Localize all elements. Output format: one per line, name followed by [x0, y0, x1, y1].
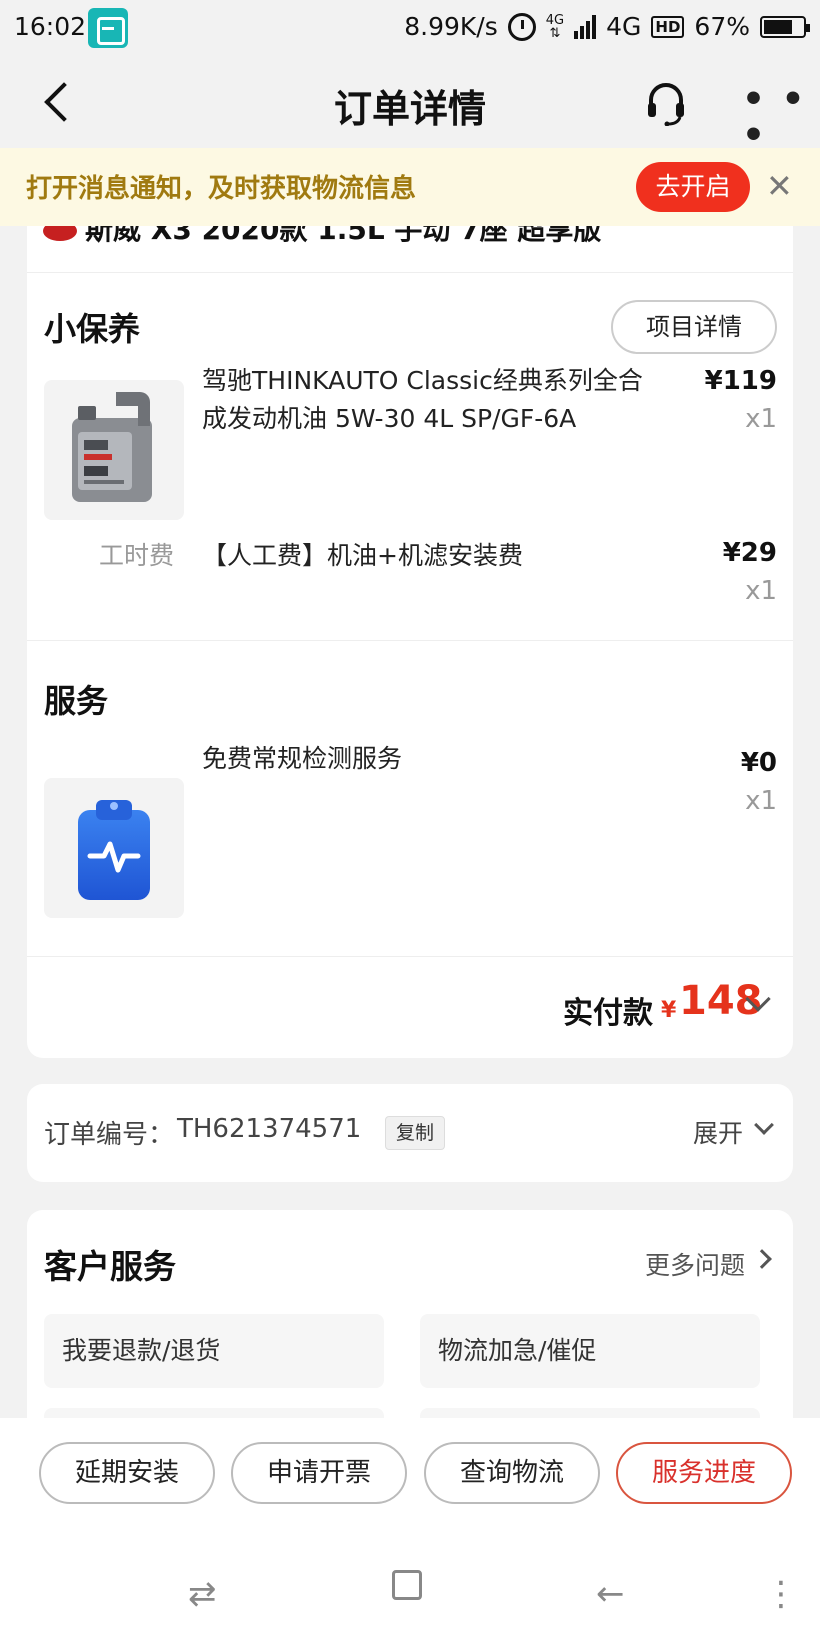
network-type: 4G: [606, 12, 642, 41]
hd-icon: HD: [651, 15, 685, 38]
mobile-data-icon: 4G ⇅: [545, 12, 565, 41]
request-invoice-button[interactable]: 申请开票: [231, 1442, 407, 1504]
product-image[interactable]: [44, 380, 184, 520]
switch-apps-icon[interactable]: ⇄: [188, 1574, 217, 1614]
banner-text: 打开消息通知，及时获取物流信息: [26, 174, 417, 204]
bottom-action-bar: 延期安装 申请开票 查询物流 服务进度: [0, 1418, 820, 1546]
scan-icon: [88, 8, 128, 48]
total-currency: ¥: [661, 998, 677, 1023]
page-title: 订单详情: [333, 87, 486, 131]
signal-icon: [574, 14, 597, 39]
expedite-logistics-option[interactable]: 物流加急/催促: [420, 1314, 760, 1388]
net-speed: 8.99K/s: [404, 12, 498, 41]
service-qty: x1: [745, 786, 777, 816]
customer-service-icon[interactable]: [642, 82, 690, 127]
divider: [27, 272, 793, 273]
alarm-icon: [507, 12, 536, 41]
status-bar: 16:02 8.99K/s 4G ⇅ 4G HD 67%: [0, 0, 820, 56]
service-progress-button[interactable]: 服务进度: [616, 1442, 792, 1504]
order-items-card: 斯威 X3 2020款 1.5L 手动 7座 超享版 小保养 项目详情 驾驰TH…: [27, 200, 793, 1058]
nav-bar: 订单详情 • • •: [0, 56, 820, 154]
refund-return-option[interactable]: 我要退款/退货: [44, 1314, 384, 1388]
order-number-card: 订单编号： TH621374571 复制 展开: [27, 1084, 793, 1182]
customer-service-title: 客户服务: [44, 1247, 176, 1286]
labor-fee-qty: x1: [745, 576, 777, 606]
back-nav-icon[interactable]: ←: [596, 1574, 625, 1614]
section-title-service: 服务: [44, 682, 109, 720]
notification-banner: 打开消息通知，及时获取物流信息 去开启 ✕: [0, 148, 820, 226]
total-label: 实付款: [563, 996, 653, 1031]
chevron-right-icon[interactable]: [752, 1249, 772, 1269]
labor-fee-name: 【人工费】机油+机滤安装费: [202, 541, 523, 570]
chevron-down-icon[interactable]: [754, 1115, 774, 1135]
order-number: TH621374571: [177, 1114, 362, 1144]
service-name[interactable]: 免费常规检测服务: [202, 740, 652, 778]
expand-button[interactable]: 展开: [693, 1114, 743, 1150]
track-logistics-button[interactable]: 查询物流: [424, 1442, 600, 1504]
service-price: ¥0: [740, 748, 777, 778]
divider: [27, 956, 793, 957]
product-name[interactable]: 驾驰THINKAUTO Classic经典系列全合成发动机油 5W-30 4L …: [202, 362, 652, 438]
more-questions-link[interactable]: 更多问题: [645, 1246, 745, 1282]
divider: [27, 640, 793, 641]
order-number-label: 订单编号：: [44, 1120, 175, 1150]
battery-percent: 67%: [694, 12, 750, 41]
menu-icon[interactable]: ⋮: [764, 1574, 798, 1614]
copy-button[interactable]: 复制: [385, 1116, 445, 1150]
product-price: ¥119: [704, 366, 777, 396]
status-time: 16:02: [14, 12, 87, 41]
postpone-install-button[interactable]: 延期安装: [39, 1442, 215, 1504]
close-icon[interactable]: ✕: [766, 168, 793, 204]
enable-notification-button[interactable]: 去开启: [636, 162, 750, 212]
status-right: 8.99K/s 4G ⇅ 4G HD 67%: [404, 12, 810, 41]
section-title-maintenance: 小保养: [44, 310, 141, 348]
service-image[interactable]: [44, 778, 184, 918]
labor-fee-price: ¥29: [722, 538, 777, 568]
project-details-button[interactable]: 项目详情: [611, 300, 777, 354]
home-icon[interactable]: [392, 1570, 422, 1600]
product-qty: x1: [745, 404, 777, 434]
more-icon[interactable]: • • •: [742, 82, 820, 154]
battery-icon: [760, 15, 810, 38]
labor-fee-label: 工时费: [99, 541, 175, 570]
system-nav-bar: ⇄ ← ⋮: [0, 1546, 820, 1640]
